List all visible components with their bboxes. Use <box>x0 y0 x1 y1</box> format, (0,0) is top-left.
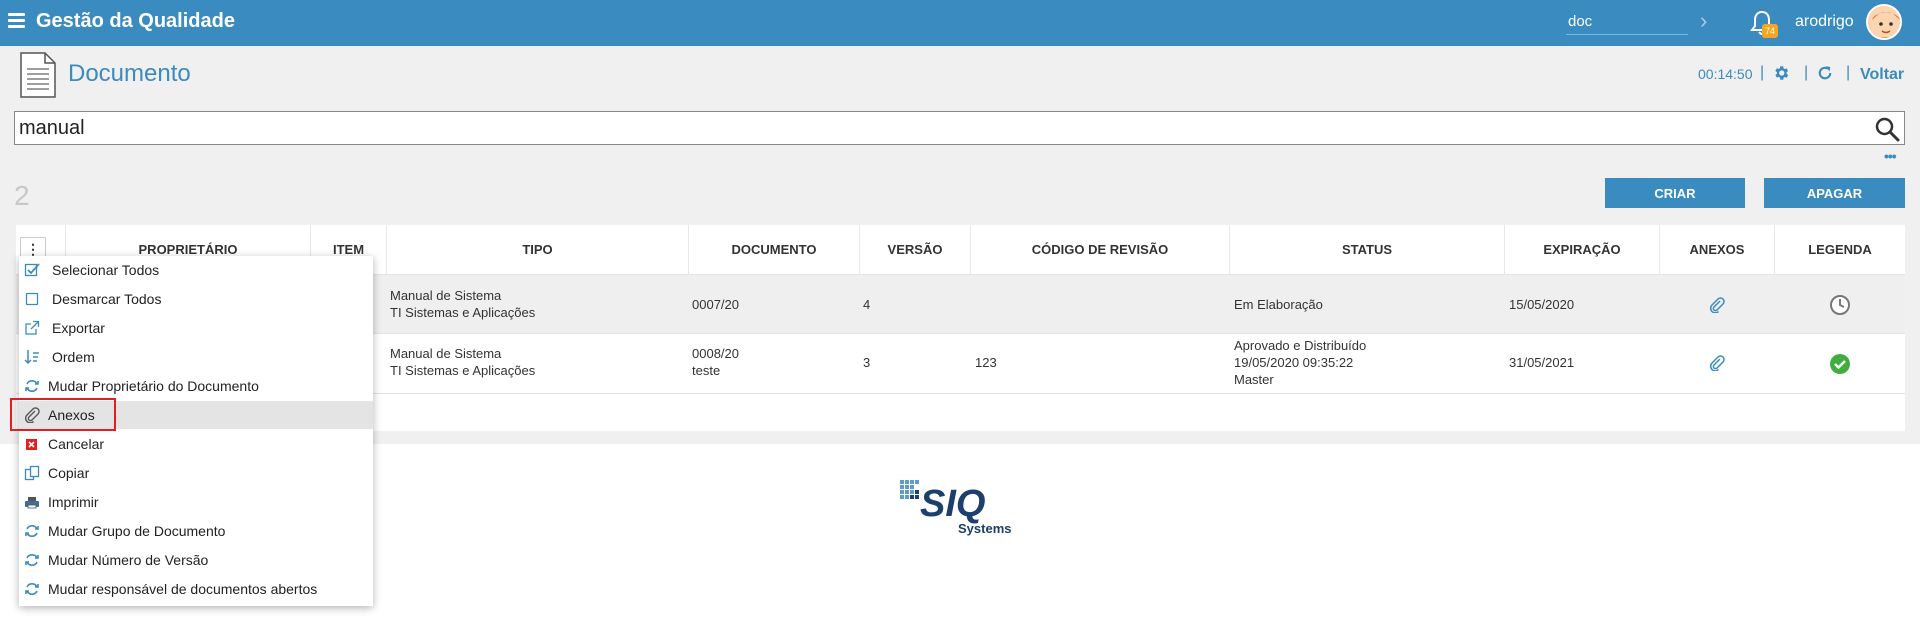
apagar-button[interactable]: APAGAR <box>1764 178 1905 208</box>
separator: | <box>1760 64 1765 81</box>
actions-context-menu: Selecionar Todos Desmarcar Todos Exporta… <box>19 256 373 606</box>
menu-item-cancelar[interactable]: Cancelar <box>19 430 373 458</box>
menu-item-label: Mudar Proprietário do Documento <box>48 378 259 394</box>
sync-icon <box>25 525 39 537</box>
printer-icon <box>25 497 39 509</box>
menu-item-anexos[interactable]: Anexos <box>19 401 373 429</box>
column-header-versao[interactable]: VERSÃO <box>859 225 970 275</box>
checkbox-empty-icon <box>25 292 39 306</box>
separator: | <box>1846 64 1851 81</box>
cell-expiracao: 31/05/2021 <box>1509 355 1575 370</box>
separator: | <box>1804 64 1809 81</box>
cell-documento: 0008/20 teste <box>692 345 739 379</box>
back-link[interactable]: Voltar <box>1860 66 1904 84</box>
paperclip-icon[interactable] <box>1709 297 1725 313</box>
menu-item-label: Mudar Número de Versão <box>48 552 209 568</box>
search-icon[interactable] <box>1874 116 1900 142</box>
more-options-icon[interactable]: ••• <box>1884 148 1897 164</box>
sort-icon <box>24 350 39 365</box>
top-search-input[interactable] <box>1566 9 1688 35</box>
external-link-icon <box>25 320 40 335</box>
menu-item-imprimir[interactable]: Imprimir <box>19 488 373 516</box>
menu-item-label: Imprimir <box>48 494 99 510</box>
logo-subtext: Systems <box>958 521 1011 536</box>
column-header-documento[interactable]: DOCUMENTO <box>688 225 859 275</box>
column-header-legenda[interactable]: LEGENDA <box>1774 225 1905 275</box>
column-header-codigo-revisao[interactable]: CÓDIGO DE REVISÃO <box>970 225 1229 275</box>
documento-line: 0008/20 <box>692 346 739 361</box>
gear-icon[interactable] <box>1772 64 1790 82</box>
menu-item-mudar-numero-versao[interactable]: Mudar Número de Versão <box>19 546 373 574</box>
status-line: 19/05/2020 09:35:22 <box>1234 355 1354 370</box>
column-header-expiracao[interactable]: EXPIRAÇÃO <box>1504 225 1659 275</box>
document-icon <box>20 52 56 98</box>
documento-line: teste <box>692 363 721 378</box>
menu-item-ordem[interactable]: Ordem <box>19 343 373 371</box>
menu-item-label: Ordem <box>52 349 95 365</box>
menu-item-desmarcar-todos[interactable]: Desmarcar Todos <box>19 285 373 313</box>
cancel-icon <box>26 439 37 450</box>
siq-systems-logo: SIQ Systems <box>900 480 1011 536</box>
session-timer: 00:14:50 <box>1698 66 1753 82</box>
cell-documento: 0007/20 <box>692 297 739 312</box>
tipo-line: TI Sistemas e Aplicações <box>390 363 536 378</box>
criar-button[interactable]: CRIAR <box>1605 178 1745 208</box>
cell-versao: 4 <box>863 297 871 312</box>
menu-item-label: Exportar <box>52 320 105 336</box>
menu-item-mudar-responsavel[interactable]: Mudar responsável de documentos abertos <box>19 575 373 603</box>
chevron-right-icon[interactable]: › <box>1700 8 1707 34</box>
column-header-anexos[interactable]: ANEXOS <box>1659 225 1774 275</box>
menu-item-selecionar-todos[interactable]: Selecionar Todos <box>19 256 373 284</box>
page-title: Documento <box>68 60 191 87</box>
menu-item-label: Mudar responsável de documentos abertos <box>48 581 318 597</box>
tipo-line: TI Sistemas e Aplicações <box>390 305 536 320</box>
paperclip-icon <box>24 407 40 423</box>
cell-status: Em Elaboração <box>1234 297 1323 312</box>
menu-item-exportar[interactable]: Exportar <box>19 314 373 342</box>
top-bar: Gestão da Qualidade › 74 arodrigo <box>0 0 1920 46</box>
menu-item-label: Anexos <box>48 407 95 423</box>
column-header-status[interactable]: STATUS <box>1229 225 1504 275</box>
sync-icon <box>25 554 39 566</box>
tipo-line: Manual de Sistema <box>390 346 502 361</box>
menu-item-label: Selecionar Todos <box>52 262 160 278</box>
menu-item-label: Copiar <box>48 465 90 481</box>
result-count: 2 <box>14 180 30 211</box>
tipo-line: Manual de Sistema <box>390 288 502 303</box>
cell-tipo: Manual de Sistema TI Sistemas e Aplicaçõ… <box>390 345 535 379</box>
menu-item-label: Mudar Grupo de Documento <box>48 523 226 539</box>
sync-icon <box>25 380 39 392</box>
status-line: Master <box>1234 372 1274 387</box>
clock-icon <box>1830 295 1850 315</box>
cell-versao: 3 <box>863 355 871 370</box>
cell-codigo-revisao: 123 <box>975 355 997 370</box>
checkbox-checked-icon <box>24 263 40 277</box>
status-line: Aprovado e Distribuído <box>1234 338 1367 353</box>
notification-badge: 74 <box>1762 24 1778 38</box>
sync-icon <box>25 583 39 595</box>
logo-text: SIQ <box>920 483 985 525</box>
avatar[interactable] <box>1866 4 1902 40</box>
username[interactable]: arodrigo <box>1795 13 1854 31</box>
menu-item-label: Desmarcar Todos <box>52 291 162 307</box>
paperclip-icon[interactable] <box>1709 355 1725 371</box>
cell-tipo: Manual de Sistema TI Sistemas e Aplicaçõ… <box>390 287 535 321</box>
menu-item-mudar-grupo[interactable]: Mudar Grupo de Documento <box>19 517 373 545</box>
menu-item-mudar-proprietario[interactable]: Mudar Proprietário do Documento <box>19 372 373 400</box>
app-title: Gestão da Qualidade <box>36 10 235 32</box>
column-header-tipo[interactable]: TIPO <box>386 225 688 275</box>
cell-expiracao: 15/05/2020 <box>1509 297 1575 312</box>
copy-icon <box>24 465 40 481</box>
hamburger-menu-icon[interactable] <box>8 13 25 30</box>
refresh-icon[interactable] <box>1816 64 1834 82</box>
menu-item-copiar[interactable]: Copiar <box>19 459 373 487</box>
cell-status: Aprovado e Distribuído 19/05/2020 09:35:… <box>1234 337 1366 388</box>
check-circle-icon <box>1830 354 1850 374</box>
menu-item-label: Cancelar <box>48 436 105 452</box>
main-search-input[interactable] <box>14 111 1905 145</box>
